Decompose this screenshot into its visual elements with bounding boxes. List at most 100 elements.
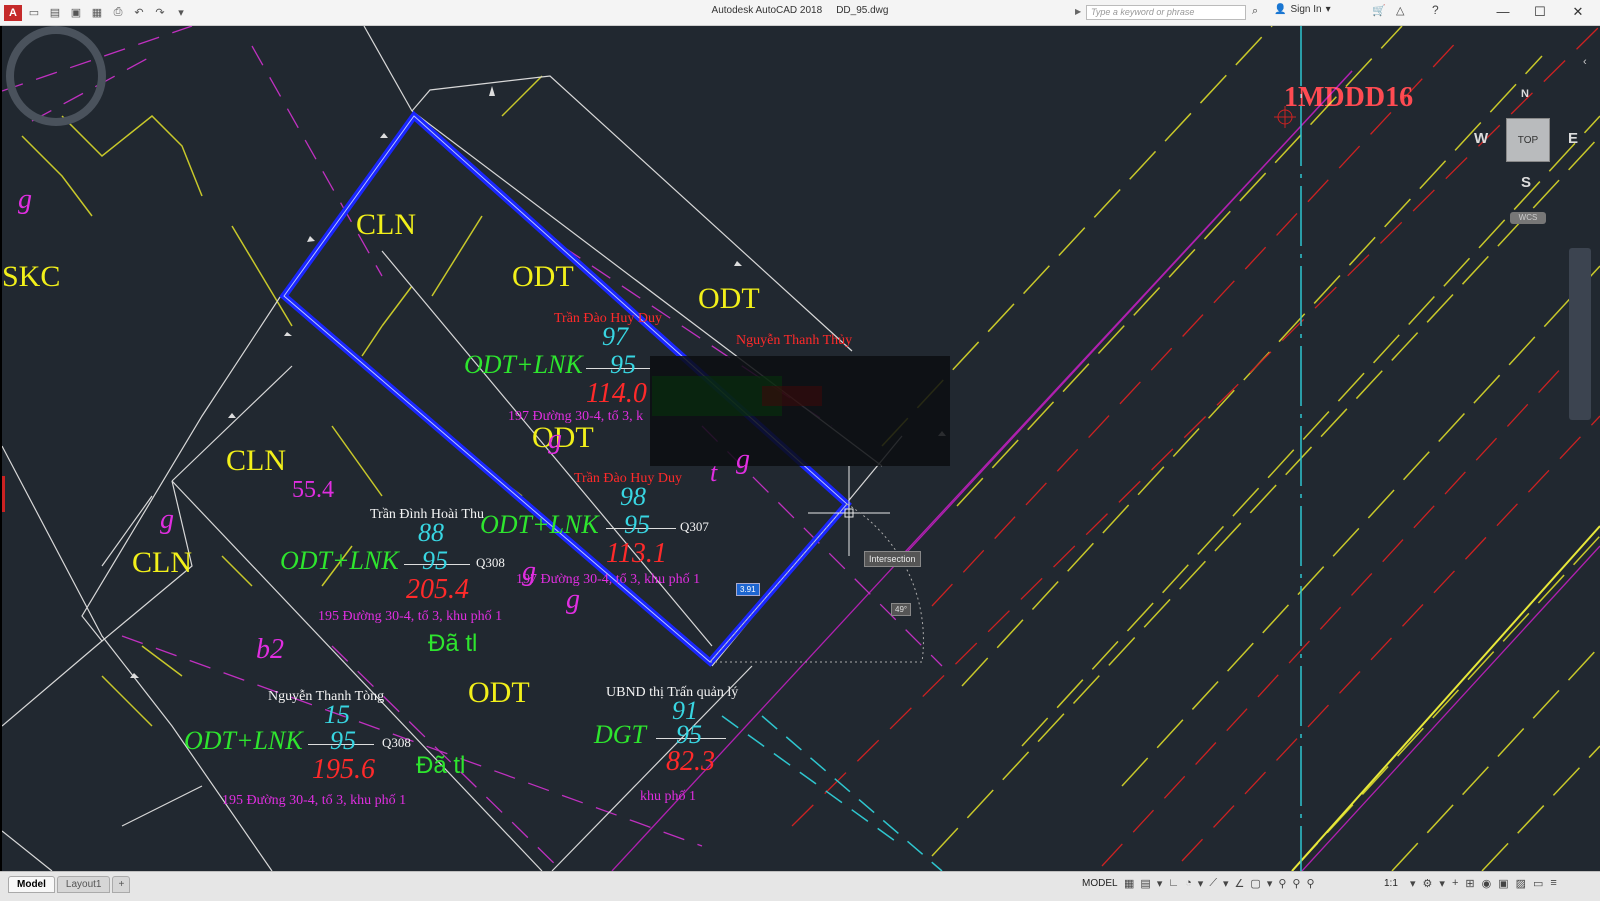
menu-icon[interactable]: ≡ bbox=[1550, 877, 1556, 890]
ortho-icon[interactable]: ∟ bbox=[1168, 877, 1179, 890]
drawing-canvas[interactable]: CLN ODT ODT SKC CLN ODT CLN ODT 1MDDD16 … bbox=[2, 26, 1600, 871]
landuse-odt-2: ODT bbox=[698, 282, 760, 315]
more-icon[interactable]: ▾ bbox=[172, 5, 190, 21]
units-icon[interactable]: ⊞ bbox=[1465, 877, 1474, 890]
label-g-5: g bbox=[522, 556, 536, 587]
dynamic-input-field[interactable]: 3.91 bbox=[736, 583, 760, 596]
label-g-1: g bbox=[18, 184, 32, 215]
exchange-icon[interactable]: △ bbox=[1396, 4, 1404, 17]
parcel-5-area: 82.3 bbox=[666, 746, 715, 777]
binoculars-icon[interactable]: ⌕ bbox=[1252, 5, 1258, 18]
quick-properties-icon[interactable]: ◉ bbox=[1482, 877, 1492, 890]
user-icon: 👤 bbox=[1274, 4, 1287, 15]
navigation-bar[interactable] bbox=[1569, 248, 1591, 420]
chevron-down-icon[interactable]: ▾ bbox=[1157, 877, 1163, 890]
viewcube-ring[interactable] bbox=[2, 26, 110, 136]
annotation-scale-icon[interactable]: ⚲ bbox=[1306, 877, 1314, 890]
model-space-toggle[interactable]: MODEL bbox=[1082, 878, 1118, 889]
status-tools: ▾ ⚙ ▾ + ⊞ ◉ ▣ ▨ ▭ ≡ bbox=[1410, 877, 1557, 890]
chevron-down-icon[interactable]: ▾ bbox=[1198, 877, 1204, 890]
maximize-button[interactable]: ☐ bbox=[1525, 2, 1555, 22]
parcel-3-number: 88 bbox=[418, 518, 444, 547]
close-button[interactable]: ✕ bbox=[1563, 2, 1593, 22]
sign-in-button[interactable]: 👤 Sign In ▾ bbox=[1274, 4, 1331, 15]
app-name: Autodesk AutoCAD 2018 bbox=[711, 5, 823, 16]
compass-north[interactable]: N bbox=[1521, 88, 1529, 100]
snap-icon[interactable]: ▤ bbox=[1140, 877, 1150, 890]
parcel-4-number: 15 bbox=[324, 700, 350, 729]
isodraft-icon[interactable]: ⟋ bbox=[1209, 877, 1217, 890]
landuse-odt-1: ODT bbox=[512, 260, 574, 293]
landuse-cln-2: CLN bbox=[226, 444, 286, 477]
annotation-scale[interactable]: 1:1 bbox=[1384, 878, 1398, 889]
quick-access-toolbar: A ▭ ▤ ▣ ▦ ⎙ ↶ ↷ ▾ bbox=[4, 3, 190, 22]
open-icon[interactable]: ▤ bbox=[46, 5, 64, 21]
label-da-tl-2: Đã tl bbox=[416, 752, 466, 779]
plus-icon[interactable]: + bbox=[1452, 877, 1458, 890]
parcel-3-q: Q308 bbox=[476, 555, 505, 570]
compass-east[interactable]: E bbox=[1568, 130, 1578, 147]
parcel-1-address: 197 Đường 30-4, tổ 3, k bbox=[508, 409, 644, 424]
chevron-down-icon: ▾ bbox=[1325, 4, 1331, 15]
parcel-3-area: 205.4 bbox=[406, 574, 469, 605]
parcel-2-number: 98 bbox=[620, 482, 646, 511]
minimize-button[interactable]: — bbox=[1488, 2, 1518, 22]
grid-icon[interactable]: ▦ bbox=[1124, 877, 1134, 890]
save-icon[interactable]: ▣ bbox=[67, 5, 85, 21]
parcel-2-sheet: 95 bbox=[624, 510, 650, 539]
clean-screen-icon[interactable]: ▭ bbox=[1533, 877, 1543, 890]
polar-icon[interactable]: ◔ bbox=[1185, 877, 1192, 890]
redo-icon[interactable]: ↷ bbox=[151, 5, 169, 21]
corner-label-text: 1MDDD16 bbox=[1284, 82, 1414, 113]
label-g-6: g bbox=[566, 584, 580, 615]
tab-model[interactable]: Model bbox=[8, 876, 55, 893]
annotation-visibility-icon[interactable]: ⚲ bbox=[1278, 877, 1286, 890]
wcs-menu[interactable]: WCS bbox=[1510, 212, 1546, 224]
print-icon[interactable]: ⎙ bbox=[109, 5, 127, 21]
parcel-2-address: 197 Đường 30-4, tổ 3, khu phố 1 bbox=[516, 572, 701, 587]
owner-top-right: Nguyễn Thanh Thủy bbox=[736, 333, 853, 348]
label-g-2: g bbox=[160, 504, 174, 535]
isolate-objects-icon[interactable]: ▨ bbox=[1516, 877, 1526, 890]
saveas-icon[interactable]: ▦ bbox=[88, 5, 106, 21]
parcel-4-address: 195 Đường 30-4, tổ 3, khu phố 1 bbox=[222, 793, 407, 808]
parcel-5-address: khu phố 1 bbox=[640, 789, 696, 804]
status-toggles: ▦ ▤ ▾ ∟ ◔ ▾ ⟋ ▾ ∠ ▢ ▾ ⚲ ⚲ ⚲ bbox=[1124, 877, 1315, 890]
status-bar: Model Layout1 + MODEL ▦ ▤ ▾ ∟ ◔ ▾ ⟋ ▾ ∠ … bbox=[0, 871, 1600, 901]
parcel-2-code: ODT+LNK bbox=[480, 510, 599, 539]
parcel-5-sheet: 95 bbox=[676, 720, 702, 749]
parcel-4-sheet: 95 bbox=[330, 726, 356, 755]
tab-layout1[interactable]: Layout1 bbox=[56, 876, 111, 893]
compass-west[interactable]: W bbox=[1474, 130, 1488, 147]
add-layout-button[interactable]: + bbox=[112, 876, 131, 893]
chevron-down-icon[interactable]: ▾ bbox=[1267, 877, 1273, 890]
compass-south[interactable]: S bbox=[1521, 174, 1531, 191]
chevron-down-icon[interactable]: ▾ bbox=[1223, 877, 1229, 890]
label-t: t bbox=[710, 458, 718, 487]
object-snap-tracking-icon[interactable]: ∠ bbox=[1235, 877, 1245, 890]
corner-label: 1MDDD16 bbox=[1284, 84, 1413, 112]
search-expand-icon[interactable]: ▶ bbox=[1075, 7, 1081, 16]
application-menu-button[interactable]: A bbox=[4, 4, 22, 21]
viewcube-top-face[interactable]: TOP bbox=[1506, 118, 1550, 162]
parcel-4-q: Q308 bbox=[382, 735, 411, 750]
sign-in-label: Sign In bbox=[1290, 4, 1322, 15]
osnap-icon[interactable]: ▢ bbox=[1250, 877, 1260, 890]
gear-icon[interactable]: ⚙ bbox=[1423, 877, 1433, 890]
chevron-down-icon[interactable]: ▾ bbox=[1410, 877, 1416, 890]
lock-ui-icon[interactable]: ▣ bbox=[1498, 877, 1508, 890]
parcel-3-address: 195 Đường 30-4, tổ 3, khu phố 1 bbox=[318, 609, 503, 624]
search-input[interactable]: Type a keyword or phrase bbox=[1086, 5, 1246, 20]
new-icon[interactable]: ▭ bbox=[25, 5, 43, 21]
chevron-down-icon[interactable]: ▾ bbox=[1439, 877, 1445, 890]
undo-icon[interactable]: ↶ bbox=[130, 5, 148, 21]
help-icon[interactable]: ? bbox=[1432, 3, 1439, 17]
parcel-2-q: Q307 bbox=[680, 519, 709, 534]
parcel-4-code: ODT+LNK bbox=[184, 726, 303, 755]
osnap-tooltip: Intersection bbox=[864, 551, 921, 567]
annotation-autoscale-icon[interactable]: ⚲ bbox=[1292, 877, 1300, 890]
cart-icon[interactable]: 🛒 bbox=[1372, 4, 1386, 17]
viewport-control-icon[interactable]: ‹ bbox=[1583, 56, 1587, 68]
window-title: Autodesk AutoCAD 2018 DD_95.dwg bbox=[0, 5, 1600, 16]
label-g-3: g bbox=[548, 424, 562, 455]
